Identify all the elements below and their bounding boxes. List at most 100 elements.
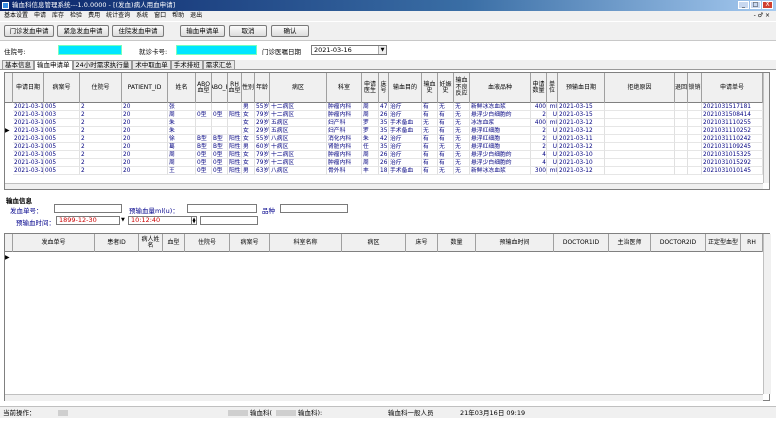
col-bill-no[interactable]: 发血单号 — [13, 234, 95, 252]
col-ward[interactable]: 病区 — [342, 234, 406, 252]
outpatient-request-button[interactable]: 门诊发血申请 — [4, 25, 54, 37]
tab-intraop[interactable]: 术中取血单 — [132, 60, 171, 69]
col-bed[interactable]: 床号 — [406, 234, 438, 252]
col-reaction[interactable]: 输血不良反应 — [454, 73, 470, 103]
qty-input[interactable] — [187, 204, 257, 213]
col-rh[interactable]: RH — [741, 234, 763, 252]
col-history[interactable]: 输血史 — [422, 73, 438, 103]
mdi-controls[interactable]: - ♂ × — [754, 11, 770, 21]
col-forward-type[interactable]: 正定型血型 — [706, 234, 741, 252]
visit-card-input[interactable] — [176, 45, 257, 55]
order-date-picker[interactable]: 2021-03-16 ▼ — [311, 45, 387, 55]
col-inpatient-no[interactable]: 住院号 — [185, 234, 230, 252]
time-spinner[interactable]: ▲ ▼ — [191, 216, 197, 225]
chevron-down-icon[interactable]: ▼ — [378, 46, 386, 54]
menu-stats[interactable]: 统计查询 — [106, 11, 130, 21]
col-apply-no[interactable]: 申请单号 — [702, 73, 763, 103]
menu-test[interactable]: 检验 — [70, 11, 82, 21]
maximize-button[interactable]: □ — [750, 1, 761, 9]
time-input[interactable]: 10:12:40 — [128, 216, 192, 225]
menu-system[interactable]: 系统 — [136, 11, 148, 21]
table-cell: 有 — [438, 127, 454, 135]
table-row[interactable]: 2021-03-11005220徐B型B型阳性女55岁八病区消化内科朱42治疗有… — [5, 135, 763, 143]
request-table-vscroll[interactable] — [763, 73, 769, 183]
menu-help[interactable]: 帮助 — [172, 11, 184, 21]
inpatient-input[interactable] — [58, 45, 122, 55]
col-abo-p[interactable]: ABO_P — [212, 73, 228, 103]
col-patient-name[interactable]: 病人姓名 — [139, 234, 163, 252]
col-doctor1id[interactable]: DOCTOR1ID — [554, 234, 609, 252]
table-cell: 肾脏内科 — [327, 143, 362, 151]
menu-fee[interactable]: 费用 — [88, 11, 100, 21]
date-input[interactable]: 1899-12-30 — [56, 216, 120, 225]
col-amount[interactable]: 数量 — [438, 234, 476, 252]
tab-24h-demand[interactable]: 24小时需求执行量 — [72, 60, 133, 69]
col-return[interactable]: 退回 — [675, 73, 688, 103]
table-row[interactable]: ▶2021-03-11005220朱女29岁五病区妇产科罗35手术备血无有无悬浮… — [5, 127, 763, 135]
col-inpatient-no[interactable]: 住院号 — [80, 73, 122, 103]
table-row[interactable]: 2021-03-10005220周0型0型阳性女79岁十二病区肿瘤内科周26治疗… — [5, 151, 763, 159]
close-button[interactable]: X — [762, 1, 773, 9]
col-abo[interactable]: ABO血型 — [196, 73, 212, 103]
table-cell — [196, 103, 212, 111]
col-name[interactable]: 姓名 — [168, 73, 196, 103]
table-row[interactable]: 2021-03-11005220朱女29岁五病区妇产科罗35手术备血无有无冰冻血… — [5, 119, 763, 127]
table-cell: 005 — [44, 103, 80, 111]
table-row[interactable]: 2021-03-15003220周0型0型阳性女79岁十二病区肿瘤内科周26治疗… — [5, 111, 763, 119]
col-purpose[interactable]: 输血目的 — [389, 73, 422, 103]
chevron-down-icon[interactable]: ▼ — [121, 217, 125, 223]
col-pre-time[interactable]: 预输血时间 — [476, 234, 554, 252]
col-blood-group[interactable]: 血型 — [163, 234, 185, 252]
table-row[interactable]: 2021-03-10005220王0型0型阳性男63岁八病区骨外科丰18手术备血… — [5, 167, 763, 175]
col-qty[interactable]: 申请数量 — [531, 73, 547, 103]
col-ward[interactable]: 病区 — [270, 73, 327, 103]
col-rh[interactable]: RH血型 — [228, 73, 242, 103]
transfusion-form-button[interactable]: 输血申请单 — [180, 25, 225, 37]
table-row[interactable]: 2021-03-10005220周0型0型阳性女79岁十二病区肿瘤内科周26治疗… — [5, 159, 763, 167]
table-cell: 女 — [242, 111, 255, 119]
request-table-hscroll[interactable] — [5, 183, 763, 189]
col-case-no[interactable]: 病案号 — [44, 73, 80, 103]
table-row[interactable]: 2021-03-15005220张男55岁十二病区肿瘤内科周47治疗有无无新鲜冰… — [5, 103, 763, 111]
col-age[interactable]: 年龄 — [255, 73, 270, 103]
col-dept[interactable]: 科室 — [327, 73, 362, 103]
col-doctor[interactable]: 申请医生 — [362, 73, 379, 103]
col-pre-date[interactable]: 预输血日期 — [558, 73, 605, 103]
confirm-button[interactable]: 确认 — [271, 25, 309, 37]
col-dept-name[interactable]: 科室名称 — [270, 234, 342, 252]
col-sex[interactable]: 性别 — [242, 73, 255, 103]
menu-basic[interactable]: 基本设置 — [4, 11, 28, 21]
tab-surgery-schedule[interactable]: 手术排班 — [170, 60, 203, 69]
col-attending[interactable]: 主治医师 — [609, 234, 651, 252]
cancel-button[interactable]: 取消 — [229, 25, 267, 37]
inpatient-request-button[interactable]: 住院发血申请 — [112, 25, 164, 37]
col-case-no[interactable]: 病案号 — [230, 234, 270, 252]
table-row[interactable]: 2021-03-11005220葛B型B型阳性男60岁十病区肾脏内科任35治疗有… — [5, 143, 763, 151]
tab-demand-summary[interactable]: 需求汇总 — [202, 60, 235, 69]
col-doctor2id[interactable]: DOCTOR2ID — [651, 234, 706, 252]
extra-input[interactable] — [200, 216, 258, 225]
dispense-table-hscroll[interactable] — [5, 394, 763, 401]
dispense-table-vscroll[interactable] — [763, 234, 771, 394]
col-apply-date[interactable]: 申请日期 — [13, 73, 44, 103]
col-lock[interactable]: 锁销 — [688, 73, 702, 103]
col-unit[interactable]: 单位 — [547, 73, 558, 103]
bill-no-input[interactable] — [54, 204, 122, 213]
col-pregnancy[interactable]: 妊娠史 — [438, 73, 454, 103]
menu-window[interactable]: 窗口 — [154, 11, 166, 21]
kind-input[interactable] — [280, 204, 348, 213]
request-table[interactable]: 申请日期 病案号 住院号 PATIENT_ID 姓名 ABO血型 ABO_P R… — [4, 72, 770, 190]
col-patient-id[interactable]: 患者ID — [95, 234, 139, 252]
dispense-table[interactable]: 发血单号 患者ID 病人姓名 血型 住院号 病案号 科室名称 病区 床号 数量 … — [4, 233, 771, 401]
tab-basic-info[interactable]: 基本信息 — [2, 60, 34, 69]
col-blood-type[interactable]: 血液品种 — [470, 73, 531, 103]
tab-transfusion-form[interactable]: 输血申请单 — [34, 60, 73, 70]
emergency-request-button[interactable]: 紧急发血申请 — [57, 25, 109, 37]
col-reject[interactable]: 拒绝原因 — [605, 73, 675, 103]
menu-stock[interactable]: 库存 — [52, 11, 64, 21]
minimize-button[interactable]: _ — [738, 1, 749, 9]
col-bed[interactable]: 床号 — [379, 73, 389, 103]
col-patient-id[interactable]: PATIENT_ID — [122, 73, 168, 103]
menu-apply[interactable]: 申请 — [34, 11, 46, 21]
menu-exit[interactable]: 退出 — [190, 11, 202, 21]
